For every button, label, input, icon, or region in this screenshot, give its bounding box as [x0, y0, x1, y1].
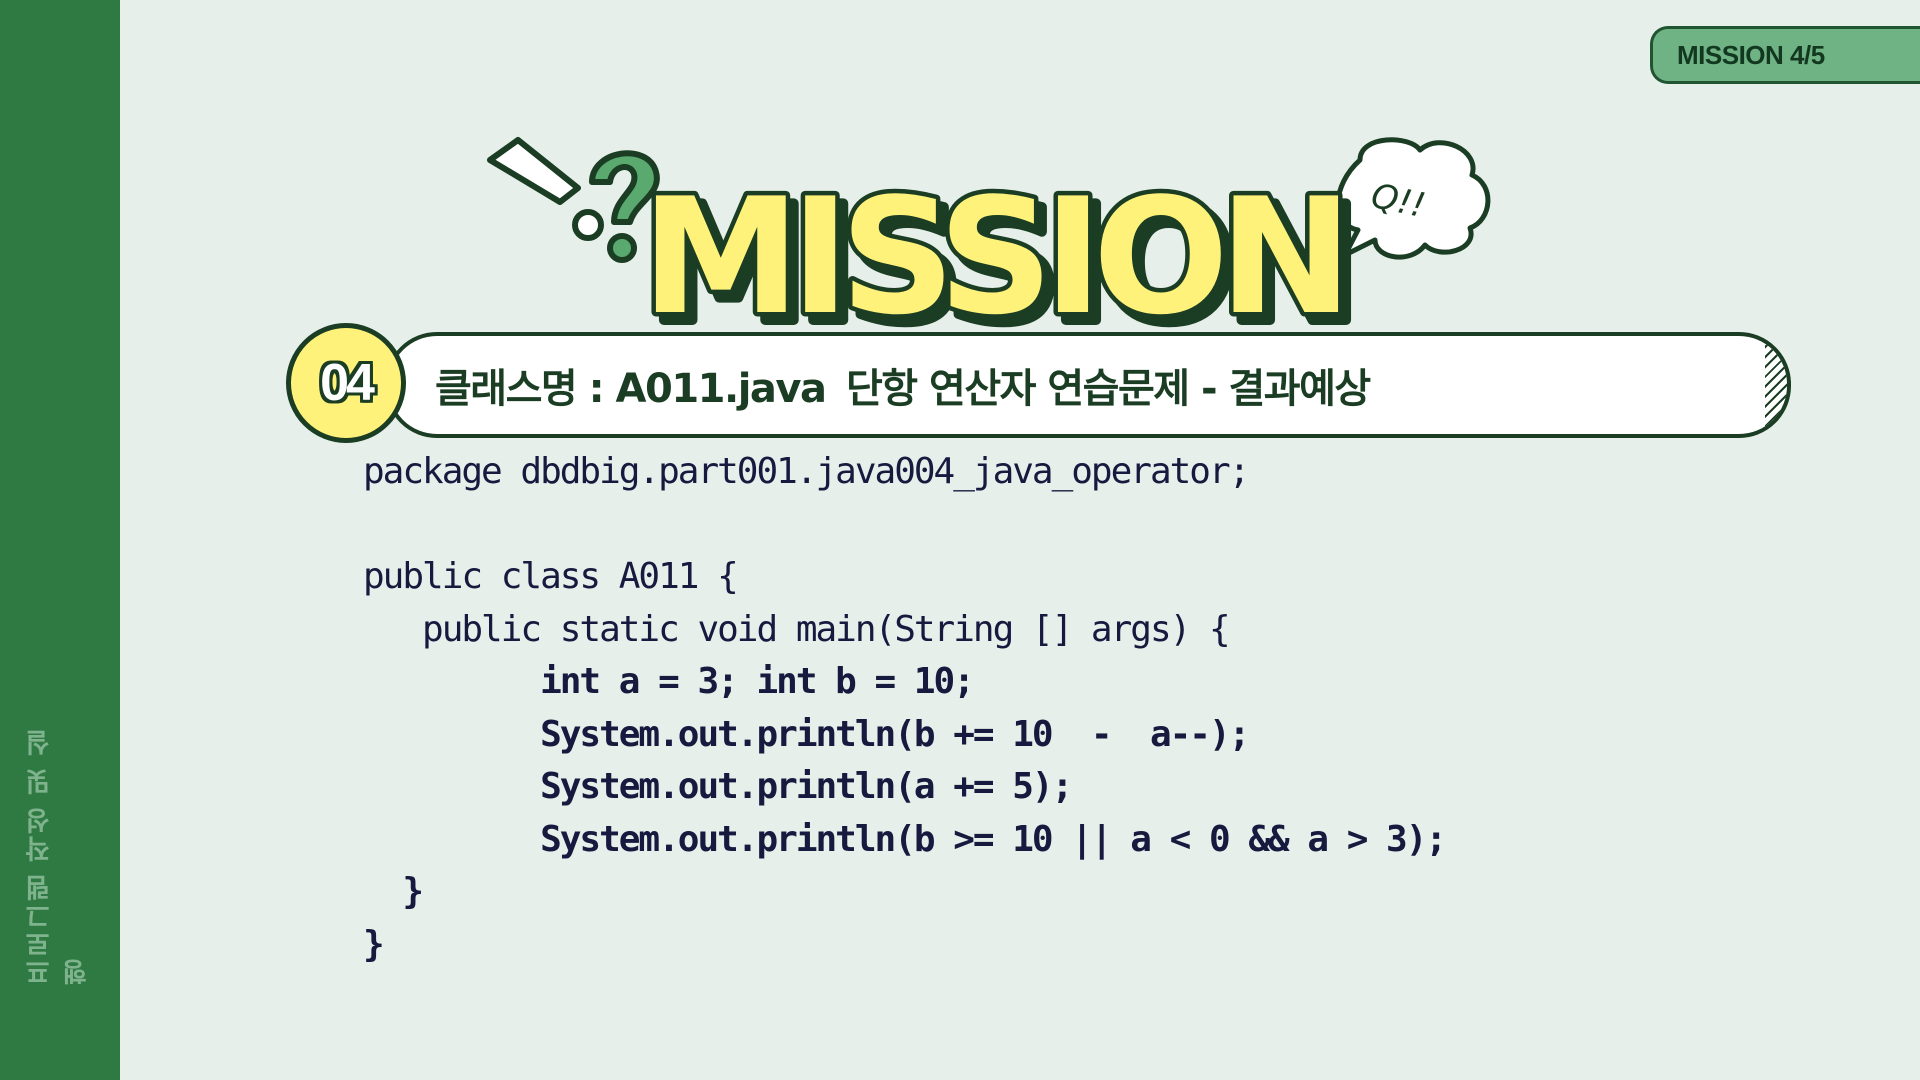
class-name-title: 클래스명 : A011.java: [435, 366, 827, 412]
mission-subtitle: 단항 연산자 연습문제 - 결과예상: [846, 366, 1371, 412]
code-line-print-2: System.out.println(a += 5);: [363, 766, 1073, 807]
mission-number-badge: 04: [286, 323, 406, 443]
header-hatch-decoration: [1765, 336, 1787, 434]
code-line-close-method: }: [363, 871, 424, 912]
mission-title: MISSION: [641, 163, 1342, 330]
code-line-declare: int a = 3; int b = 10;: [363, 661, 975, 702]
exclamation-icon: [487, 137, 604, 241]
code-line-class: public class A011 {: [363, 556, 739, 597]
mission-hero-graphic: Q!! MISSION MISSION: [487, 137, 1491, 363]
code-line-print-1: System.out.println(b += 10 - a--);: [363, 713, 1250, 755]
sidebar: 프로그램 작성 및 실행: [0, 0, 120, 1080]
mission-progress-badge: MISSION 4/5: [1650, 26, 1920, 84]
code-line-package: package dbdbig.part001.java004_java_oper…: [363, 451, 1250, 492]
code-line-print-3: System.out.println(b >= 10 || a < 0 && a…: [363, 818, 1447, 860]
sidebar-label: 프로그램 작성 및 실행: [25, 727, 92, 985]
code-line-main: public static void main(String [] args) …: [363, 608, 1231, 650]
mission-hero: Q!! MISSION MISSION: [480, 130, 1500, 363]
speech-bubble-icon: Q!!: [1335, 137, 1491, 260]
code-block: package dbdbig.part001.java004_java_oper…: [363, 446, 1863, 971]
code-line-close-class: }: [363, 923, 385, 965]
